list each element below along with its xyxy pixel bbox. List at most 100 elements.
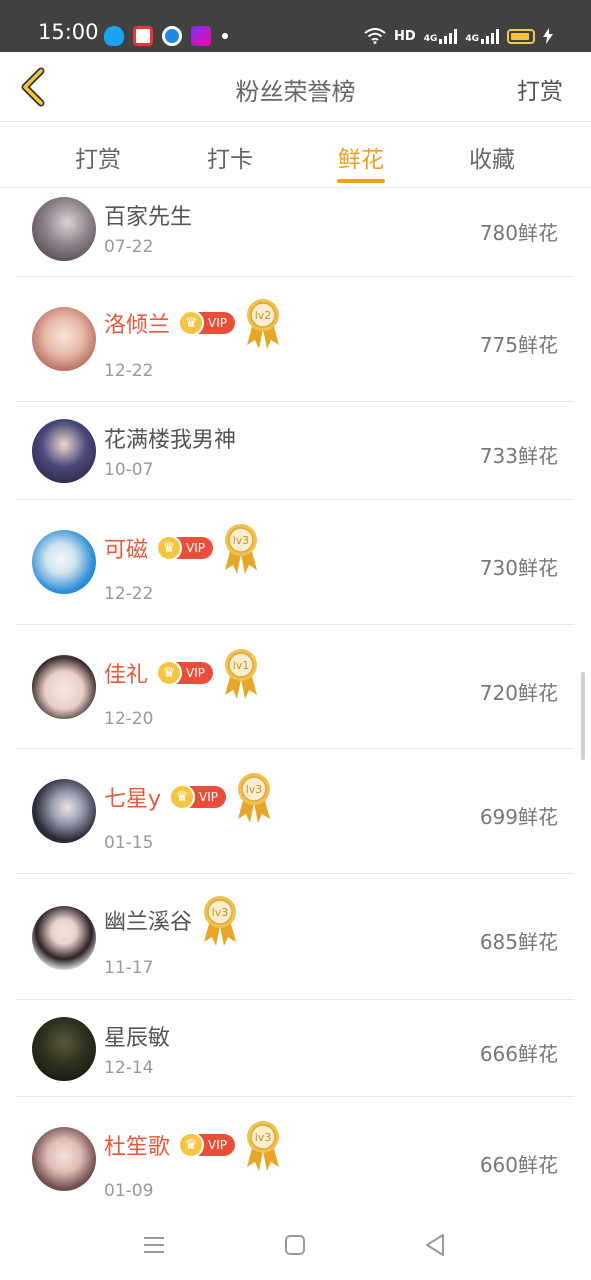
flower-count: 699鲜花: [479, 805, 558, 829]
list-item[interactable]: 七星y ♛ VIP lv3 01-15 699鲜花: [16, 749, 574, 874]
avatar: [32, 906, 96, 970]
status-time: 15:00: [38, 20, 99, 44]
title-bar: 粉丝荣誉榜 打赏: [0, 52, 591, 122]
user-name: 星辰敏: [104, 1026, 171, 1051]
system-nav-bar: [0, 1212, 591, 1280]
list-item[interactable]: 花满楼我男神 10-07 733鲜花: [16, 402, 574, 500]
avatar: [32, 655, 96, 719]
date-label: 11-17: [104, 958, 154, 978]
list-item[interactable]: 可磁 ♛ VIP lv3 12-22 730鲜花: [16, 500, 574, 625]
wifi-icon: [364, 28, 386, 44]
qq-icon: [104, 26, 124, 46]
date-label: 10-07: [104, 460, 154, 480]
flower-count: 730鲜花: [479, 556, 558, 580]
vip-badge: ♛ VIP: [169, 784, 227, 810]
user-name: 洛倾兰: [104, 313, 171, 338]
date-label: 12-20: [104, 709, 154, 729]
vip-badge: ♛ VIP: [156, 660, 213, 686]
more-notifications-dot: [222, 33, 228, 39]
crown-icon: ♛: [178, 310, 205, 336]
svg-text:lv3: lv3: [233, 534, 250, 547]
level-medal-icon: lv3: [225, 524, 257, 574]
list-item[interactable]: 幽兰溪谷 lv3 11-17 685鲜花: [16, 874, 574, 1000]
menu-nav-button[interactable]: [139, 1230, 169, 1260]
flower-count: 685鲜花: [479, 930, 558, 954]
avatar: [32, 419, 96, 483]
list-item[interactable]: 百家先生 07-22 780鲜花: [16, 189, 574, 277]
date-label: 12-22: [104, 361, 154, 381]
user-name: 百家先生: [104, 205, 193, 230]
player-icon: [191, 26, 211, 46]
date-label: 01-15: [104, 833, 154, 853]
crown-icon: ♛: [169, 784, 196, 810]
level-medal-icon: lv3: [204, 896, 237, 946]
reward-action-button[interactable]: 打赏: [517, 72, 563, 106]
list-item[interactable]: 佳礼 ♛ VIP lv1 12-20 720鲜花: [16, 625, 574, 749]
svg-text:lv3: lv3: [212, 906, 229, 919]
signal-icon-1: [439, 28, 458, 44]
browser-icon: [162, 26, 182, 46]
active-tab-indicator: [337, 179, 385, 183]
home-nav-button[interactable]: [280, 1230, 310, 1260]
flower-count: 775鲜花: [479, 333, 558, 357]
user-name: 幽兰溪谷: [104, 910, 193, 935]
menu-icon: [144, 1237, 164, 1253]
tab-reward[interactable]: 打赏: [48, 140, 148, 174]
user-name: 可磁: [104, 538, 149, 563]
svg-text:lv1: lv1: [233, 659, 250, 672]
user-name: 花满楼我男神: [104, 428, 237, 453]
avatar: [32, 530, 96, 594]
charging-icon: [543, 28, 553, 44]
crown-icon: ♛: [156, 660, 183, 686]
signal-icon-2: [481, 28, 499, 44]
flower-count: 666鲜花: [479, 1042, 558, 1066]
date-label: 01-09: [104, 1181, 154, 1201]
svg-text:lv2: lv2: [255, 309, 272, 322]
user-name: 佳礼: [104, 663, 149, 688]
level-medal-icon: lv1: [225, 649, 257, 699]
scrollbar[interactable]: [581, 672, 585, 760]
list-item[interactable]: 杜笙歌 ♛ VIP lv3 01-09 660鲜花: [16, 1097, 574, 1212]
tab-favorites[interactable]: 收藏: [442, 140, 542, 174]
avatar: [32, 307, 96, 371]
list-item[interactable]: 洛倾兰 ♛ VIP lv2 12-22 775鲜花: [16, 277, 574, 402]
crown-icon: ♛: [178, 1132, 205, 1158]
level-medal-icon: lv3: [247, 1121, 279, 1171]
vip-badge: ♛ VIP: [178, 310, 235, 336]
status-bar: 15:00 HD 4G 4G: [0, 0, 591, 52]
flower-count: 780鲜花: [479, 221, 558, 245]
flower-count: 720鲜花: [479, 681, 558, 705]
tab-checkin[interactable]: 打卡: [180, 140, 280, 174]
level-medal-icon: lv2: [247, 299, 279, 349]
date-label: 12-14: [104, 1058, 154, 1078]
hd-label: HD: [394, 28, 416, 44]
avatar: [32, 1017, 96, 1081]
svg-text:lv3: lv3: [246, 783, 263, 796]
level-medal-icon: lv3: [238, 773, 271, 823]
back-nav-button[interactable]: [420, 1230, 450, 1260]
avatar: [32, 1127, 96, 1191]
vip-badge: ♛ VIP: [178, 1132, 235, 1158]
flower-count: 660鲜花: [479, 1153, 558, 1177]
system-status-icons: HD 4G 4G: [364, 24, 553, 48]
tab-flowers[interactable]: 鲜花: [311, 140, 411, 174]
flower-count: 733鲜花: [479, 444, 558, 468]
user-name: 七星y: [104, 787, 162, 812]
vip-badge: ♛ VIP: [156, 535, 213, 561]
user-name: 杜笙歌: [104, 1135, 171, 1160]
network-label-1: 4G: [423, 34, 438, 44]
avatar: [32, 779, 96, 843]
battery-icon: [507, 28, 535, 44]
date-label: 12-22: [104, 584, 154, 604]
avatar: [32, 197, 96, 261]
date-label: 07-22: [104, 237, 154, 257]
back-triangle-icon: [426, 1234, 444, 1256]
home-square-icon: [285, 1235, 305, 1255]
video-app-icon: [133, 26, 153, 46]
network-label-2: 4G: [465, 34, 479, 44]
tab-bar: 打赏 打卡 鲜花 收藏: [0, 122, 591, 188]
list-item[interactable]: 星辰敏 12-14 666鲜花: [16, 1000, 574, 1097]
crown-icon: ♛: [156, 535, 183, 561]
page-title: 粉丝荣誉榜: [235, 78, 356, 106]
notification-icons: [104, 24, 228, 48]
